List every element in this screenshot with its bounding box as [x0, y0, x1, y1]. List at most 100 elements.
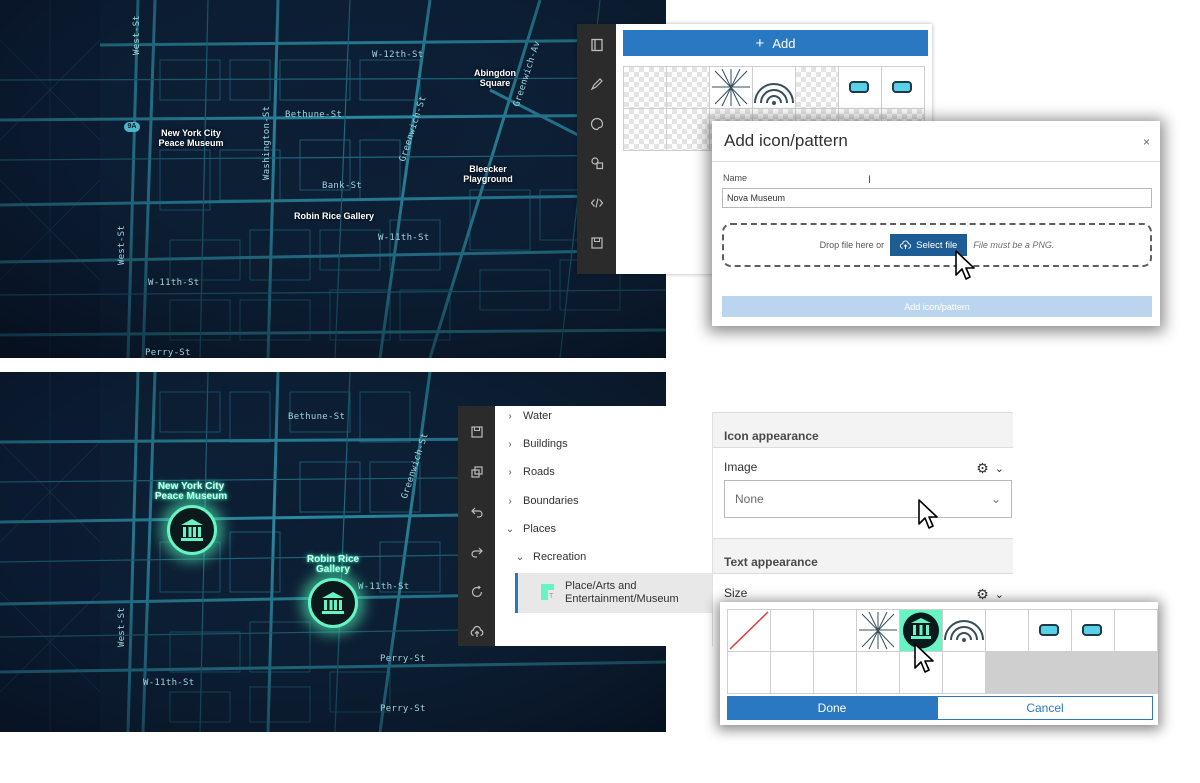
place-label-gallery: Robin Rice Gallery: [306, 554, 360, 575]
icon-cell[interactable]: [667, 67, 709, 108]
save-icon[interactable]: [584, 230, 609, 255]
icon-cell[interactable]: [882, 67, 924, 108]
museum-pin[interactable]: [308, 578, 358, 628]
icon-cell[interactable]: [710, 67, 752, 108]
upload-icon[interactable]: [464, 619, 489, 644]
size-label: Size: [724, 586, 748, 600]
cancel-button[interactable]: Cancel: [937, 696, 1153, 720]
add-icon-submit-button[interactable]: Add icon/pattern: [722, 296, 1152, 317]
palette-icon[interactable]: [584, 111, 609, 136]
place-label-abingdon: Abingdon Square: [474, 68, 516, 88]
mouse-cursor-icon: [955, 250, 975, 280]
place-label-bleecker: Bleecker Playground: [463, 164, 513, 184]
redo-icon[interactable]: [464, 539, 489, 564]
place-label-gallery: Robin Rice Gallery: [293, 211, 375, 221]
file-drop-zone[interactable]: Drop file here or Select file File must …: [722, 223, 1152, 267]
icon-cell[interactable]: [1115, 610, 1157, 651]
icon-cell[interactable]: [796, 67, 838, 108]
reset-icon[interactable]: [464, 579, 489, 604]
book-icon[interactable]: [584, 32, 609, 57]
add-button[interactable]: + Add: [623, 30, 928, 56]
pen-icon[interactable]: [584, 71, 609, 96]
museum-icon: [181, 519, 203, 541]
upload-cloud-icon: [900, 240, 912, 249]
mouse-cursor-icon: [914, 643, 934, 673]
icon-cell[interactable]: [624, 67, 666, 108]
street-label: W-11th-St: [378, 233, 430, 243]
pill-icon: [1039, 624, 1059, 636]
chevron-down-icon[interactable]: ⌄: [995, 588, 1004, 601]
street-label: W-11th-St: [148, 278, 200, 288]
image-label: Image: [724, 460, 758, 474]
layer-symbol-icon: T: [541, 584, 554, 600]
icon-cell[interactable]: [667, 109, 709, 150]
chevron-right-icon: ›: [508, 466, 512, 478]
save-icon[interactable]: [464, 419, 489, 444]
icon-cell-none[interactable]: [728, 610, 770, 651]
done-button[interactable]: Done: [727, 696, 937, 720]
icon-cell[interactable]: [943, 652, 985, 693]
street-label: West-St: [117, 606, 127, 647]
starburst-icon: [859, 611, 897, 650]
gear-icon[interactable]: ⚙: [976, 586, 989, 603]
street-label: Perry-St: [145, 348, 191, 358]
museum-icon: [322, 592, 344, 614]
street-label: Bank-St: [322, 181, 363, 191]
icon-cell[interactable]: [771, 652, 813, 693]
chevron-down-icon: ⌄: [990, 492, 1001, 506]
name-input[interactable]: [722, 188, 1152, 208]
street-label: Bethune-St: [285, 110, 343, 120]
select-file-label: Select file: [916, 239, 958, 251]
no-icon: [729, 611, 769, 650]
icon-cell[interactable]: [624, 109, 666, 150]
chevron-down-icon: ⌄: [505, 523, 515, 535]
street-label: W-12th-St: [372, 50, 424, 60]
radar-icon: [944, 620, 984, 642]
museum-pin[interactable]: [167, 505, 217, 555]
chevron-down-icon: ⌄: [515, 551, 525, 563]
chevron-right-icon: ›: [508, 410, 512, 422]
pill-icon: [849, 81, 869, 93]
dialog-title: Add icon/pattern: [724, 131, 848, 150]
icon-cell[interactable]: [771, 610, 813, 651]
icon-cell[interactable]: [857, 652, 899, 693]
tree-item-buildings[interactable]: › Buildings: [505, 438, 567, 450]
icon-cell[interactable]: [839, 67, 881, 108]
code-icon[interactable]: [584, 190, 609, 215]
radar-icon: [754, 83, 794, 105]
image-select[interactable]: None ⌄: [724, 480, 1012, 518]
route-badge: 9A: [124, 122, 140, 132]
tree-item-roads[interactable]: › Roads: [505, 466, 554, 478]
tree-item-label: Water: [523, 410, 552, 422]
icon-cell[interactable]: [1072, 610, 1114, 651]
icon-cell[interactable]: [814, 610, 856, 651]
chevron-down-icon[interactable]: ⌄: [995, 462, 1004, 475]
undo-icon[interactable]: [464, 499, 489, 524]
tree-item-places[interactable]: ⌄ Places: [505, 523, 556, 535]
close-icon[interactable]: ×: [1143, 135, 1150, 149]
tree-item-boundaries[interactable]: › Boundaries: [505, 495, 578, 507]
text-appearance-header: Text appearance: [713, 538, 1013, 574]
copy-icon[interactable]: [464, 459, 489, 484]
icon-cell[interactable]: [1029, 610, 1071, 651]
tree-item-water[interactable]: › Water: [505, 410, 552, 422]
icon-cell[interactable]: [857, 610, 899, 651]
icon-cell[interactable]: [943, 610, 985, 651]
tree-item-recreation[interactable]: ⌄ Recreation: [515, 551, 586, 563]
icon-cell[interactable]: [728, 652, 770, 693]
icon-picker-popover: Done Cancel: [720, 602, 1158, 725]
editor-toolbar: [577, 24, 616, 274]
shapes-icon[interactable]: [584, 150, 609, 175]
icon-cell[interactable]: [986, 610, 1028, 651]
street-label: W-11th-St: [143, 678, 195, 688]
street-label: W-11th-St: [358, 582, 410, 592]
tree-item-label: Place/Arts and Entertainment/Museum: [565, 580, 679, 605]
street-label: Perry-St: [380, 704, 426, 714]
chevron-right-icon: ›: [508, 438, 512, 450]
editor-toolbar: [458, 406, 495, 646]
icon-cell[interactable]: [814, 652, 856, 693]
add-icon-dialog: Add icon/pattern × Name I Drop file here…: [712, 121, 1160, 326]
gear-icon[interactable]: ⚙: [976, 460, 989, 477]
icon-cell[interactable]: [753, 67, 795, 108]
map-view-top[interactable]: 9A W-12th-St Bethune-St Bank-St W-11th-S…: [0, 0, 666, 358]
